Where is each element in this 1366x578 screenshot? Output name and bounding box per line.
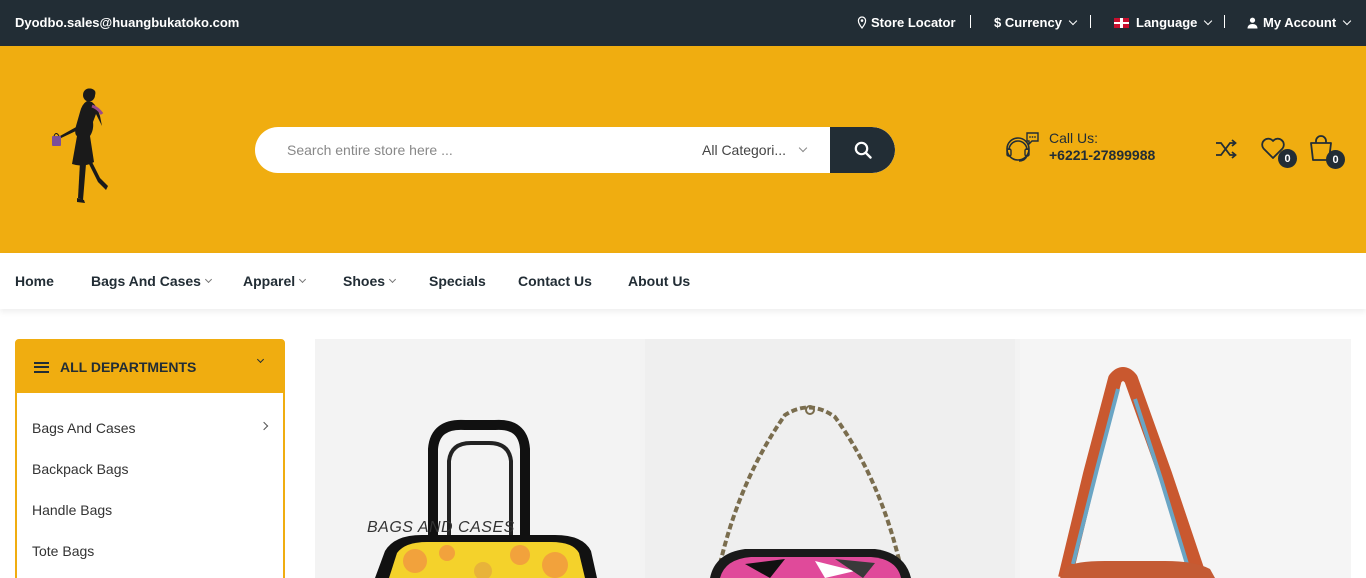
phone-number[interactable]: +6221-27899988 bbox=[1049, 147, 1155, 164]
department-item-label: Backpack Bags bbox=[32, 460, 129, 477]
search-input[interactable] bbox=[255, 127, 685, 173]
nav-item-label: Home bbox=[15, 273, 54, 289]
department-item-bags-and-cases[interactable]: Bags And Cases bbox=[17, 407, 283, 448]
currency-label: $ Currency bbox=[994, 15, 1062, 30]
nav-item-contact-us[interactable]: Contact Us bbox=[518, 273, 592, 289]
nav-item-label: About Us bbox=[628, 273, 691, 289]
cart-count-badge: 0 bbox=[1326, 150, 1345, 169]
chevron-down-icon bbox=[1068, 16, 1078, 25]
chevron-down-icon bbox=[1204, 16, 1213, 25]
nav-item-label: Contact Us bbox=[518, 273, 592, 289]
store-logo[interactable] bbox=[40, 86, 120, 211]
nav-item-label: Apparel bbox=[243, 273, 296, 289]
nav-item-shoes[interactable]: Shoes bbox=[343, 273, 397, 289]
main-nav: Home Bags And Cases Apparel Shoes Specia… bbox=[0, 253, 1366, 309]
search-button[interactable] bbox=[830, 127, 895, 173]
divider bbox=[1090, 15, 1091, 28]
currency-dropdown[interactable]: $ Currency bbox=[994, 15, 1078, 30]
user-icon bbox=[1247, 17, 1258, 28]
banner-caption: BAGS AND CASES bbox=[367, 519, 515, 536]
divider bbox=[1224, 15, 1225, 28]
headset-support-icon bbox=[1006, 132, 1039, 162]
chevron-down-icon bbox=[1342, 16, 1352, 25]
cart-button[interactable]: 0 bbox=[1308, 134, 1348, 172]
language-dropdown[interactable]: Language bbox=[1114, 15, 1213, 30]
compare-shuffle-icon[interactable] bbox=[1214, 138, 1238, 160]
department-item-tote-bags[interactable]: Tote Bags bbox=[17, 530, 283, 571]
call-us-label: Call Us: bbox=[1049, 130, 1099, 146]
hamburger-icon bbox=[34, 361, 49, 373]
nav-item-label: Bags And Cases bbox=[91, 273, 201, 289]
nav-item-label: Shoes bbox=[343, 273, 386, 289]
nav-item-specials[interactable]: Specials bbox=[429, 273, 486, 289]
uk-flag-icon bbox=[1114, 17, 1129, 28]
wishlist-button[interactable]: 0 bbox=[1260, 136, 1300, 172]
divider bbox=[970, 15, 971, 28]
map-pin-icon bbox=[857, 16, 867, 29]
banner-background bbox=[315, 339, 1351, 578]
department-item-handle-bags[interactable]: Handle Bags bbox=[17, 489, 283, 530]
department-item-label: Bags And Cases bbox=[32, 419, 136, 436]
language-label: Language bbox=[1136, 15, 1198, 30]
department-item-label: Tote Bags bbox=[32, 542, 95, 559]
my-account-label: My Account bbox=[1263, 15, 1337, 30]
nav-item-apparel[interactable]: Apparel bbox=[243, 273, 307, 289]
departments-title: ALL DEPARTMENTS bbox=[60, 359, 197, 375]
search-icon bbox=[854, 141, 872, 159]
store-locator-link[interactable]: Store Locator bbox=[857, 15, 956, 30]
call-us-text: Call Us: +6221-27899988 bbox=[1049, 130, 1155, 166]
nav-item-about-us[interactable]: About Us bbox=[628, 273, 690, 289]
category-select[interactable]: All Categori... bbox=[702, 127, 830, 173]
search-bar: All Categori... bbox=[255, 127, 895, 173]
nav-item-label: Specials bbox=[429, 273, 486, 289]
header: All Categori... Call Us: +6221-27899988 bbox=[0, 46, 1366, 253]
chevron-down-icon bbox=[204, 275, 213, 284]
call-us: Call Us: +6221-27899988 bbox=[1003, 130, 1155, 166]
department-item-backpack-bags[interactable]: Backpack Bags bbox=[17, 448, 283, 489]
wishlist-count-badge: 0 bbox=[1278, 149, 1297, 168]
chevron-down-icon bbox=[388, 275, 397, 284]
contact-email[interactable]: Dyodbo.sales@huangbukatoko.com bbox=[15, 15, 239, 30]
nav-item-bags-and-cases[interactable]: Bags And Cases bbox=[91, 273, 213, 289]
departments-toggle[interactable]: ALL DEPARTMENTS bbox=[17, 341, 283, 393]
chevron-down-icon bbox=[256, 355, 265, 364]
departments-menu: ALL DEPARTMENTS Bags And Cases Backpack … bbox=[15, 339, 285, 578]
my-account-dropdown[interactable]: My Account bbox=[1246, 15, 1352, 30]
department-item-label: Handle Bags bbox=[32, 501, 113, 518]
top-bar: Dyodbo.sales@huangbukatoko.com Store Loc… bbox=[0, 0, 1366, 46]
departments-list: Bags And Cases Backpack Bags Handle Bags… bbox=[17, 393, 283, 571]
nav-item-home[interactable]: Home bbox=[15, 273, 54, 289]
category-select-value: All Categori... bbox=[702, 142, 787, 158]
chevron-right-icon bbox=[259, 421, 269, 431]
chevron-down-icon bbox=[299, 275, 307, 284]
chevron-down-icon bbox=[798, 143, 808, 153]
store-locator-label: Store Locator bbox=[871, 15, 956, 30]
hero-banner[interactable]: BAGS AND CASES bbox=[315, 339, 1351, 578]
